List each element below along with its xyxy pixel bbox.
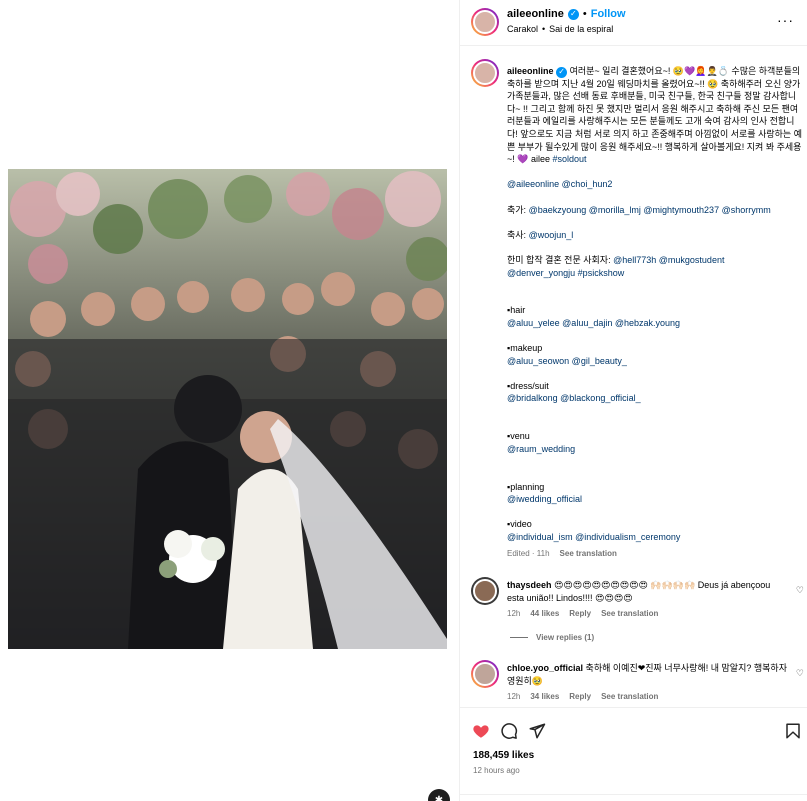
- caption-text: 여러분~ 일리 결혼했어요~! 🥹💜👩‍🦰🤵‍♂️💍 수많은 하객분들의 축하를…: [507, 66, 803, 165]
- hair-links[interactable]: @aluu_yelee @aluu_dajin @hebzak.young: [507, 317, 804, 330]
- comment-username[interactable]: thaysdeeh: [507, 580, 552, 590]
- location-a[interactable]: Carakol: [507, 24, 538, 34]
- comment-avatar[interactable]: [471, 577, 499, 605]
- venu-label: ▪︎venu: [507, 431, 530, 442]
- comment-time: 12h: [507, 609, 521, 619]
- see-translation-link[interactable]: See translation: [601, 608, 658, 621]
- comment-meta: 12h 44 likes Reply See translation: [507, 608, 787, 621]
- host-line: 한미 합작 결혼 전문 사회자: @hell773h @mukgostudent: [507, 254, 804, 267]
- header-user: aileeonline ✓ • Follow: [507, 8, 626, 20]
- post-photo[interactable]: [8, 169, 447, 649]
- comments-section[interactable]: aileeonline ✓ 여러분~ 일리 결혼했어요~! 🥹💜👩‍🦰🤵‍♂️💍…: [460, 47, 807, 707]
- see-translation-link[interactable]: See translation: [560, 548, 617, 561]
- chuga-label: 축가:: [507, 204, 527, 215]
- share-icon[interactable]: [528, 722, 546, 740]
- chuksa-links[interactable]: @woojun_l: [529, 230, 574, 240]
- comment-item: thaysdeeh 😍😍😍😍😍😍😍😍😍😍 🙌🏻🙌🏻🙌🏻🙌🏻 Deus já ab…: [507, 579, 787, 621]
- makeup-label: ▪︎makeup: [507, 343, 543, 354]
- media-pane: ✱: [0, 0, 459, 801]
- comment-time: 12h: [507, 692, 521, 702]
- view-replies-label[interactable]: View replies (1): [536, 633, 594, 642]
- verified-icon: ✓: [567, 8, 579, 20]
- caption-meta: Edited · 11h See translation: [507, 548, 804, 561]
- comment-meta: 12h 34 likes Reply See translation: [507, 691, 787, 704]
- makeup-links[interactable]: @aluu_seowon @gil_beauty_: [507, 355, 804, 368]
- post-sidebar: aileeonline ✓ • Follow Carakol • Sai de …: [459, 0, 807, 801]
- avatar[interactable]: [471, 8, 499, 36]
- edited-time: Edited · 11h: [507, 548, 550, 558]
- mentions-line[interactable]: @aileeonline @choi_hun2: [507, 178, 804, 191]
- dress-label: ▪︎dress/suit: [507, 380, 549, 391]
- comment-icon[interactable]: [500, 722, 518, 740]
- comment-username[interactable]: chloe.yoo_official: [507, 663, 583, 673]
- comment-avatar[interactable]: [471, 660, 499, 688]
- host-label: 한미 합작 결혼 전문 사회자:: [507, 254, 611, 265]
- chuksa-label: 축사:: [507, 229, 527, 240]
- post-time: 12 hours ago: [473, 766, 520, 775]
- see-translation-link[interactable]: See translation: [601, 691, 658, 704]
- reels-badge-icon[interactable]: ✱: [428, 789, 450, 801]
- venu-links[interactable]: @raum_wedding: [507, 443, 804, 456]
- heart-filled-icon[interactable]: [472, 722, 490, 740]
- wedding-photo-illustration: [8, 169, 447, 649]
- location: Carakol • Sai de la espiral: [507, 24, 613, 34]
- likes-count[interactable]: 188,459 likes: [473, 750, 534, 761]
- verified-icon: ✓: [556, 66, 568, 78]
- location-separator: •: [542, 24, 546, 34]
- reply-button[interactable]: Reply: [569, 691, 591, 704]
- video-label: ▪︎video: [507, 519, 532, 530]
- comment-likes[interactable]: 34 likes: [530, 691, 559, 704]
- view-replies[interactable]: View replies (1): [510, 633, 594, 642]
- bookmark-icon[interactable]: [784, 722, 802, 740]
- dress-links[interactable]: @bridalkong @blackong_official_: [507, 392, 804, 405]
- host-links-2[interactable]: @denver_yongju #psickshow: [507, 267, 804, 280]
- planning-label: ▪︎planning: [507, 481, 545, 492]
- reply-button[interactable]: Reply: [569, 608, 591, 621]
- chuga-links[interactable]: @baekzyoung @morilla_lmj @mightymouth237…: [529, 205, 771, 215]
- video-links[interactable]: @individual_ism @individualism_ceremony: [507, 531, 804, 544]
- username[interactable]: aileeonline: [507, 8, 564, 20]
- caption-avatar[interactable]: [471, 59, 499, 87]
- caption-body: aileeonline ✓ 여러분~ 일리 결혼했어요~! 🥹💜👩‍🦰🤵‍♂️💍…: [507, 65, 804, 166]
- post-caption: aileeonline ✓ 여러분~ 일리 결혼했어요~! 🥹💜👩‍🦰🤵‍♂️💍…: [507, 65, 804, 560]
- hashtag-link[interactable]: #soldout: [553, 154, 587, 164]
- chuga-line: 축가: @baekzyoung @morilla_lmj @mightymout…: [507, 204, 804, 217]
- follow-button[interactable]: Follow: [591, 8, 626, 20]
- comment-heart-icon[interactable]: ♡: [796, 668, 804, 679]
- host-links[interactable]: @hell773h @mukgostudent: [613, 255, 724, 265]
- caption-username[interactable]: aileeonline: [507, 66, 554, 76]
- post-actions: 188,459 likes 12 hours ago: [460, 707, 807, 801]
- replies-line: [510, 637, 528, 638]
- more-options-icon[interactable]: ···: [777, 12, 794, 28]
- location-b[interactable]: Sai de la espiral: [549, 24, 613, 34]
- comment-item: chloe.yoo_official 축하해 이예진❤진짜 너무사랑해! 내 맘…: [507, 662, 787, 704]
- planning-links[interactable]: @iwedding_official: [507, 493, 804, 506]
- hair-label: ▪︎hair: [507, 305, 526, 316]
- add-comment-divider: [460, 794, 807, 801]
- chuksa-line: 축사: @woojun_l: [507, 229, 804, 242]
- comment-likes[interactable]: 44 likes: [530, 608, 559, 621]
- comment-heart-icon[interactable]: ♡: [796, 585, 804, 596]
- post-header: aileeonline ✓ • Follow Carakol • Sai de …: [460, 0, 807, 46]
- separator-dot: •: [582, 8, 587, 20]
